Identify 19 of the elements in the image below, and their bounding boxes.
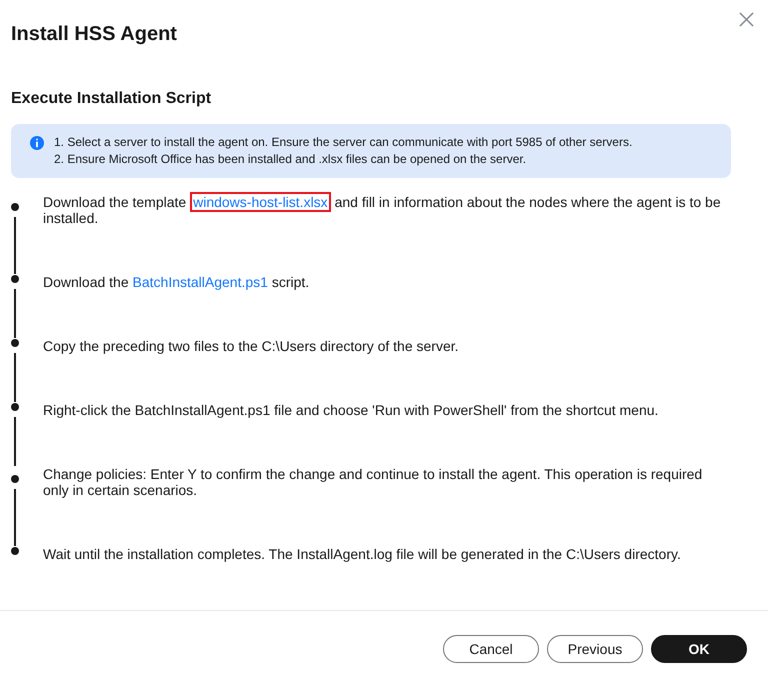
step-text: Copy the preceding two files to the C:\Users directory of the server. bbox=[43, 338, 460, 354]
close-icon[interactable] bbox=[739, 12, 754, 27]
step-text: Wait until the installation completes. The InstallAgent.log file will be generated in the C:\Users directory. bbox=[43, 546, 682, 562]
file-link[interactable]: windows-host-list.xlsx bbox=[190, 192, 331, 212]
timeline-dot-icon bbox=[11, 475, 19, 483]
info-note: 2. Ensure Microsoft Office has been installed and .xlsx files can be opened on the server. bbox=[54, 151, 528, 168]
confirm-button[interactable]: OK bbox=[651, 635, 747, 663]
step-text: Right-click the BatchInstallAgent.ps1 file and choose 'Run with PowerShell' from the shortcut menu. bbox=[43, 402, 660, 418]
info-note: 1. Select a server to install the agent on. Ensure the server can communicate with port 5985 of other servers. bbox=[54, 134, 632, 151]
dialog-button[interactable]: Cancel bbox=[443, 635, 539, 663]
step-text: Change policies: Enter Y to confirm the change and continue to install the agent. This operation is required only in certain scenarios. bbox=[43, 466, 704, 498]
file-link[interactable]: BatchInstallAgent.ps1 bbox=[132, 274, 268, 290]
info-icon bbox=[30, 136, 44, 150]
step-text: Download the BatchInstallAgent.ps1 script. bbox=[43, 274, 310, 290]
dialog-title: Install HSS Agent bbox=[11, 22, 177, 47]
dialog-button[interactable]: Previous bbox=[547, 635, 643, 663]
timeline-dot-icon bbox=[11, 203, 19, 211]
step-text: Download the template windows-host-list.xlsx and fill in information about the nodes where the agent is to be installed. bbox=[43, 194, 722, 226]
section-heading: Execute Installation Script bbox=[11, 89, 212, 109]
